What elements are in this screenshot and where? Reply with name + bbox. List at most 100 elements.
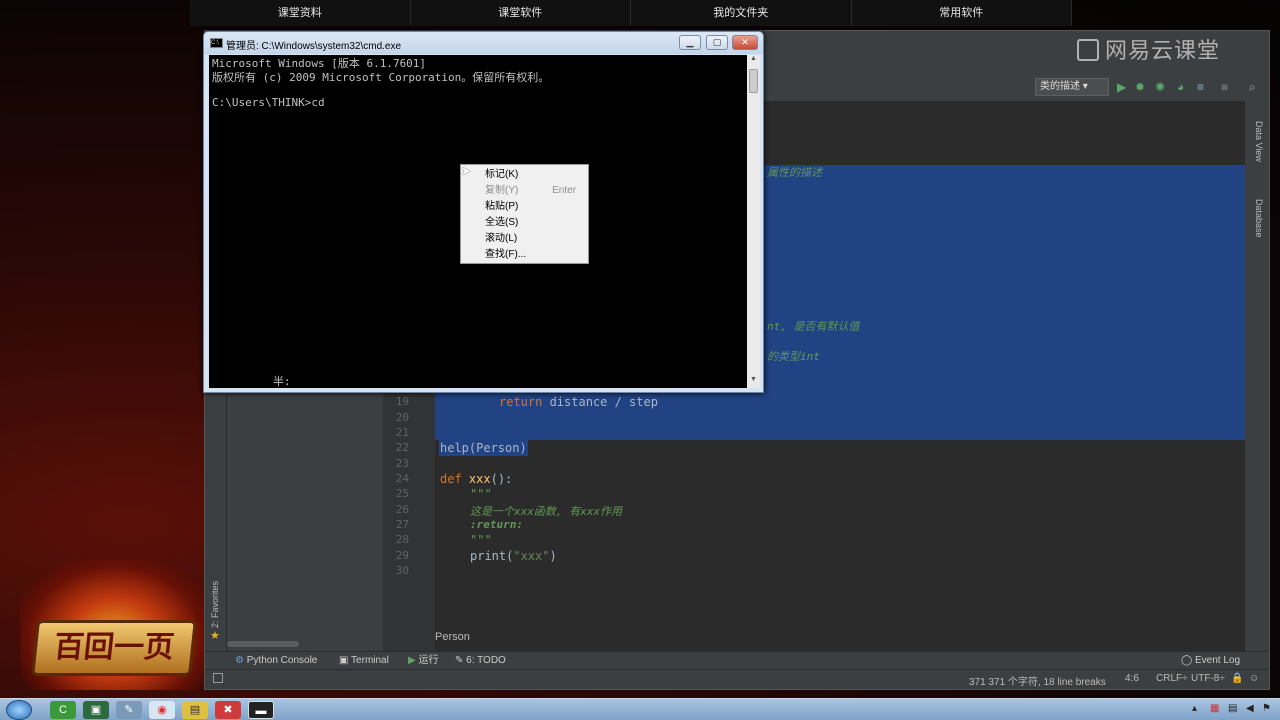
tab-common-software[interactable]: 常用软件 [851,0,1072,26]
terminal-icon: ▣ [339,655,352,666]
menu-item-scroll[interactable]: 滚动(L) [461,231,588,247]
inspector-icon[interactable]: ☺ [1249,673,1259,684]
star-icon: ★ [210,630,220,642]
code-comment: 属性的描述 [767,166,822,179]
watermark: 网易云课堂 [1077,33,1220,65]
tray-volume-icon[interactable]: ◀ [1246,702,1254,716]
cmd-app-icon: C:\ [210,38,223,48]
menu-item-copy[interactable]: 复制(Y) Enter [461,183,588,199]
database-tab[interactable]: Database [1254,199,1264,238]
code-line-29: print("xxx") [470,549,557,563]
tab-terminal[interactable]: ▣ Terminal [339,654,389,668]
line-number: 23 [395,457,409,470]
status-bar: 371 371 个字符, 18 line breaks 4:6 CRLF÷ UT… [205,669,1269,689]
todo-icon: ✎ [455,655,467,666]
taskbar-app-files[interactable]: ▤ [182,701,208,719]
cmd-title: 管理员: C:\Windows\system32\cmd.exe [226,41,402,52]
tab-python-console[interactable]: ⚙ Python Console [235,654,317,668]
scroll-thumb[interactable] [749,69,758,93]
tab-todo[interactable]: ✎ 6: TODO [455,654,506,668]
tab-course-materials[interactable]: 课堂资料 [190,0,411,26]
console-line: 版权所有 (c) 2009 Microsoft Corporation。保留所有… [212,71,550,84]
code-line-26: 这是一个xxx函数, 有xxx作用 [470,505,622,518]
search-icon[interactable]: ⌕ [1249,80,1256,94]
close-button[interactable]: ✕ [732,35,758,50]
line-number: 30 [395,564,409,577]
menu-item-paste[interactable]: 粘贴(P) [461,199,588,215]
context-menu: 标记(K) 复制(Y) Enter 粘贴(P) 全选(S) 滚动(L) 查找(F)… [460,164,589,264]
status-encoding[interactable]: UTF-8÷ [1191,673,1225,684]
code-comment: 的类型int [767,350,820,363]
code-comment: nt, 是否有默认值 [767,320,860,333]
logo-badge: 百回一页 [31,620,197,676]
taskbar-app-editor[interactable]: ✎ [116,701,142,719]
taskbar: C ▣ ✎ ◉ ▤ ✖ ▬ ▴ ▦ ▤ ◀ ⚑ [0,698,1280,720]
tray-app-icon[interactable]: ▦ [1210,702,1219,716]
status-line-separator[interactable]: CRLF÷ [1156,673,1188,684]
cmd-scrollbar[interactable]: ▲ ▼ [747,55,760,388]
tab-event-log[interactable]: ◯ Event Log [1181,654,1240,668]
debug-icon[interactable]: ✹ [1135,80,1145,94]
taskbar-app-cmd[interactable]: ▬ [248,701,274,719]
line-number: 26 [395,503,409,516]
project-scrollbar[interactable] [227,641,299,647]
ime-indicator: 半: [273,375,291,388]
line-number: 19 [395,395,409,408]
menu-item-select-all[interactable]: 全选(S) [461,215,588,231]
code-line-19: return distance / step [499,395,658,409]
concurrency-icon[interactable]: ≡ [1197,80,1204,94]
mouse-cursor-icon: ➤ [461,164,472,178]
taskbar-app-chrome[interactable]: ◉ [149,701,175,719]
course-nav: 课堂资料 课堂软件 我的文件夹 常用软件 [190,0,1072,26]
status-position[interactable]: 4:6 [1125,673,1139,684]
menu-item-mark[interactable]: 标记(K) [461,167,588,183]
tab-course-software[interactable]: 课堂软件 [410,0,631,26]
tray-expand-icon[interactable]: ▴ [1192,702,1197,716]
taskbar-app-camtasia[interactable]: C [50,701,76,719]
menu-item-find[interactable]: 查找(F)... [461,247,588,263]
tray-network-icon[interactable]: ▤ [1228,702,1237,716]
line-number: 24 [395,472,409,485]
line-number: 21 [395,426,409,439]
minimize-button[interactable]: ▁ [679,35,701,50]
code-line-25: """ [470,487,492,501]
status-chars: 371 371 个字符, 18 line breaks [969,677,1106,688]
python-icon: ⚙ [235,655,247,666]
tray-flag-icon[interactable]: ⚑ [1262,702,1271,716]
run-icon[interactable]: ▶ [1117,80,1126,94]
scroll-down-icon[interactable]: ▼ [747,376,760,388]
code-line-22: help(Person) [440,441,527,455]
lock-icon[interactable]: 🔒 [1231,673,1243,684]
maximize-button[interactable]: ▢ [706,35,728,50]
breadcrumb[interactable]: Person [435,631,470,643]
line-number: 20 [395,411,409,424]
tab-my-folder[interactable]: 我的文件夹 [631,0,852,26]
tool-window-tabs: ⚙ Python Console ▣ Terminal ▶ 运行 ✎ 6: TO… [205,651,1269,669]
data-view-tab[interactable]: Data View [1254,121,1264,162]
taskbar-app-recorder[interactable]: ▣ [83,701,109,719]
profile-icon[interactable]: ◕ [1177,80,1184,94]
stop-icon[interactable]: ■ [1221,80,1228,94]
favorites-tab[interactable]: 2: Favorites [210,581,220,628]
watermark-icon [1077,39,1099,61]
code-line-27: :return: [470,518,523,531]
line-number: 25 [395,487,409,500]
start-button[interactable] [6,700,32,720]
tab-run[interactable]: ▶ 运行 [408,654,438,668]
console-prompt: C:\Users\THINK>cd [212,96,325,109]
run-config-select[interactable]: 类的描述 ▾ [1035,78,1109,96]
line-number: 28 [395,533,409,546]
run-icon: ▶ [408,655,419,666]
cmd-titlebar[interactable]: C:\ 管理员: C:\Windows\system32\cmd.exe ▁ ▢… [204,32,763,54]
line-number: 22 [395,441,409,454]
code-line-28: """ [470,533,492,547]
line-number: 27 [395,518,409,531]
line-number: 29 [395,549,409,562]
event-log-icon: ◯ [1181,655,1195,666]
taskbar-app-xmind[interactable]: ✖ [215,701,241,719]
coverage-icon[interactable]: ✺ [1155,80,1165,94]
code-line-24: def xxx(): [440,472,513,486]
scroll-up-icon[interactable]: ▲ [747,55,760,67]
right-tool-strip: Data View Database [1249,101,1269,656]
status-toggle-icon[interactable] [213,673,223,683]
